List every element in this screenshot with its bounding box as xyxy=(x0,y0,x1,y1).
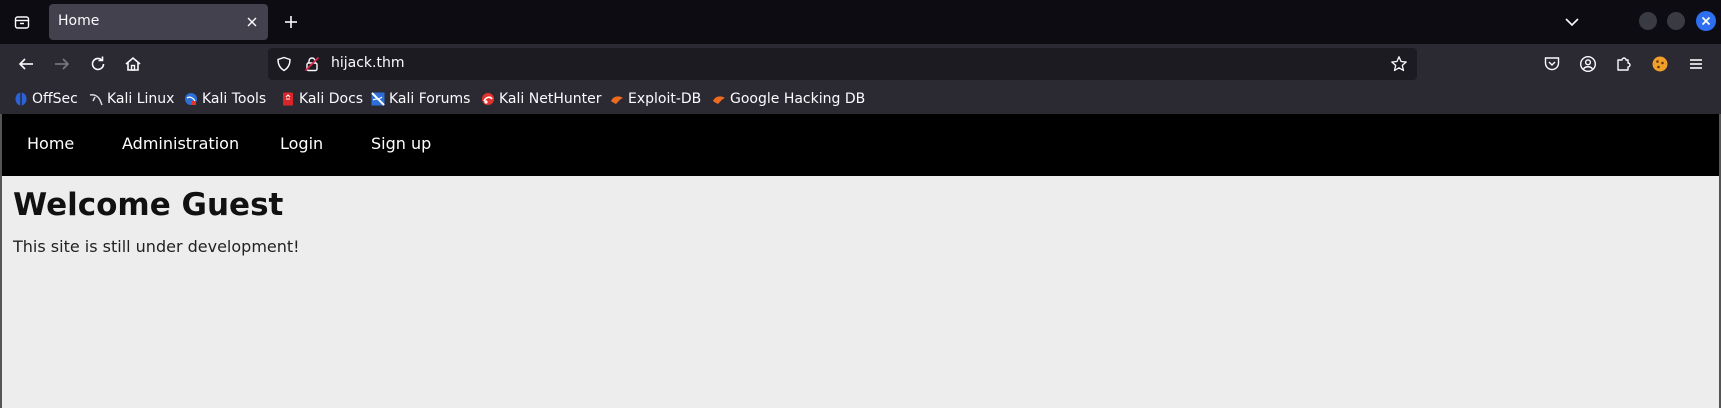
tab-strip: Home xyxy=(0,0,1721,44)
arrow-right-icon xyxy=(55,58,70,70)
bookmark-page-button[interactable] xyxy=(1389,54,1409,74)
chevron-down-icon xyxy=(1565,18,1579,27)
nav-link-sign-up[interactable]: Sign up xyxy=(371,134,431,153)
home-button[interactable] xyxy=(117,48,149,80)
page-message: This site is still under development! xyxy=(13,237,300,256)
list-all-tabs-button[interactable] xyxy=(8,8,36,36)
site-navbar: Home Administration Login Sign up xyxy=(2,114,1719,176)
bookmark-label: Kali Tools xyxy=(202,91,267,107)
bookmark-label: Google Hacking DB xyxy=(730,91,866,107)
bookmark-kali-nethunter[interactable]: Kali NetHunter xyxy=(481,89,601,109)
puzzle-icon xyxy=(1617,57,1631,71)
extension-cookie-button[interactable] xyxy=(1648,52,1672,76)
bookmark-label: Kali Forums xyxy=(389,91,471,107)
cookie-icon xyxy=(1652,56,1668,72)
plus-icon xyxy=(285,16,297,28)
new-tab-button[interactable] xyxy=(277,8,305,36)
nav-link-administration[interactable]: Administration xyxy=(122,134,239,153)
hamburger-menu-icon xyxy=(1690,59,1702,69)
page-heading: Welcome Guest xyxy=(13,187,284,223)
reload-button[interactable] xyxy=(82,48,114,80)
close-tab-button[interactable] xyxy=(240,10,264,34)
bookmark-label: Exploit-DB xyxy=(628,91,702,107)
nav-link-login[interactable]: Login xyxy=(280,134,323,153)
tab-overflow-button[interactable] xyxy=(1558,8,1586,36)
kali-tools-icon xyxy=(185,93,197,105)
bookmark-offsec[interactable]: OffSec xyxy=(14,89,78,109)
close-icon xyxy=(1701,16,1711,26)
bookmark-label: OffSec xyxy=(32,91,78,107)
close-icon xyxy=(247,17,257,27)
maximize-window-button[interactable] xyxy=(1667,12,1685,30)
bookmark-exploit-db[interactable]: Exploit-DB xyxy=(610,89,701,109)
home-icon xyxy=(125,56,141,71)
account-icon xyxy=(1579,55,1597,73)
site-info-button[interactable] xyxy=(303,55,321,73)
bookmarks-toolbar: OffSec Kali Linux Kali Tools Kali Docs K… xyxy=(0,84,1721,114)
account-button[interactable] xyxy=(1576,52,1600,76)
offsec-icon xyxy=(15,92,27,106)
navigation-toolbar: hijack.thm xyxy=(0,44,1721,84)
tab-title: Home xyxy=(58,13,100,29)
shield-icon xyxy=(277,56,291,72)
page-content: Home Administration Login Sign up Welcom… xyxy=(0,114,1721,408)
kali-docs-icon xyxy=(283,92,293,106)
bookmark-kali-linux[interactable]: Kali Linux xyxy=(89,89,174,109)
minimize-window-button[interactable] xyxy=(1639,12,1657,30)
bookmark-kali-forums[interactable]: Kali Forums xyxy=(371,89,470,109)
kali-nethunter-icon xyxy=(482,93,494,105)
kali-linux-icon xyxy=(89,94,103,106)
star-icon xyxy=(1391,56,1407,72)
google-hacking-db-icon xyxy=(713,96,725,104)
pocket-button[interactable] xyxy=(1540,52,1564,76)
app-menu-button[interactable] xyxy=(1684,52,1708,76)
bookmark-label: Kali NetHunter xyxy=(499,91,602,107)
insecure-lock-icon xyxy=(304,56,320,72)
pocket-icon xyxy=(1544,57,1560,71)
bookmark-label: Kali Linux xyxy=(107,91,175,107)
tab-list-icon xyxy=(14,16,30,29)
bookmark-label: Kali Docs xyxy=(299,91,364,107)
tracking-protection-button[interactable] xyxy=(275,55,293,73)
url-text[interactable]: hijack.thm xyxy=(331,55,405,71)
tab-home[interactable]: Home xyxy=(49,4,268,40)
address-bar[interactable]: hijack.thm xyxy=(268,48,1417,80)
forward-button[interactable] xyxy=(46,48,78,80)
nav-link-home[interactable]: Home xyxy=(27,134,74,153)
exploit-db-icon xyxy=(611,96,623,104)
bookmark-kali-docs[interactable]: Kali Docs xyxy=(281,89,363,109)
back-button[interactable] xyxy=(10,48,42,80)
kali-forums-icon xyxy=(371,92,385,106)
reload-icon xyxy=(91,56,105,71)
arrow-left-icon xyxy=(18,58,33,70)
bookmark-google-hacking-db[interactable]: Google Hacking DB xyxy=(712,89,865,109)
close-window-button[interactable] xyxy=(1696,11,1716,31)
bookmark-kali-tools[interactable]: Kali Tools xyxy=(184,89,266,109)
extensions-button[interactable] xyxy=(1612,52,1636,76)
